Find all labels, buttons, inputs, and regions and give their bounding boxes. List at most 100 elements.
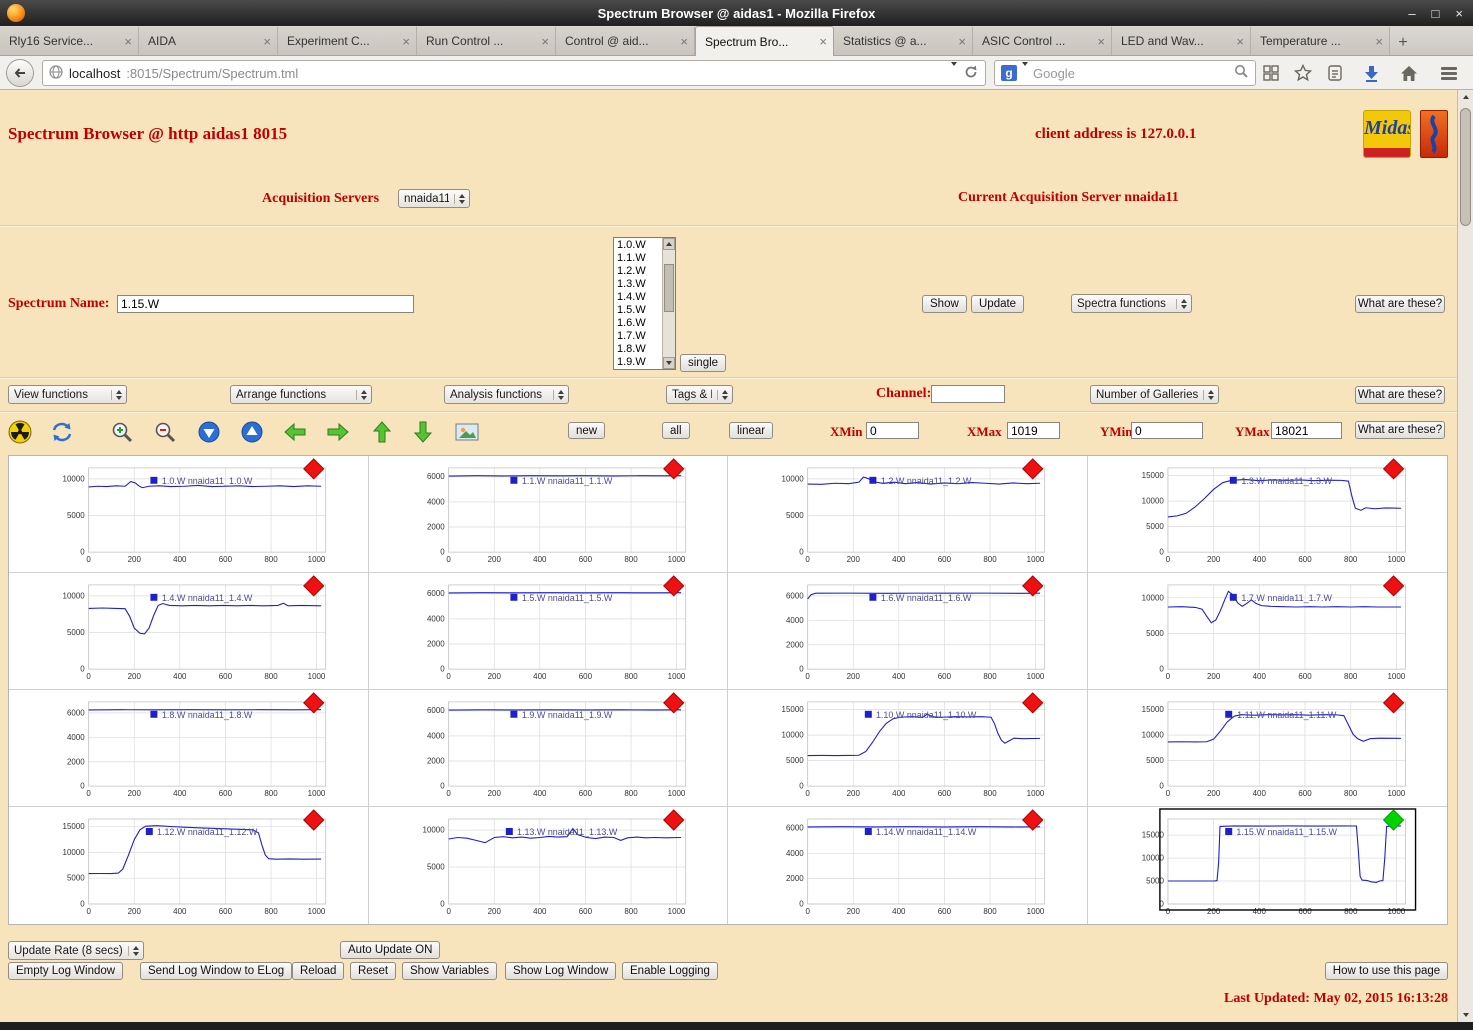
tab-aida[interactable]: AIDA × [139, 27, 278, 55]
menu-icon[interactable] [1440, 64, 1458, 82]
auto-update-button[interactable]: Auto Update ON [340, 941, 441, 959]
what-are-these-button-2[interactable]: What are these? [1355, 386, 1445, 404]
spectrum-cell-1.13.W[interactable]: 0 5000 10000 0 200 400 600 800 1000 1.13.W nnaida… [368, 807, 728, 924]
spectrum-list-item[interactable]: 1.0.W [617, 239, 662, 252]
scrollbar-up-icon[interactable] [1458, 90, 1473, 104]
url-bar[interactable]: localhost :8015/Spectrum/Spectrum.tml [42, 60, 986, 86]
tab-close-icon[interactable]: × [124, 34, 132, 49]
spectrum-list-item[interactable]: 1.2.W [617, 265, 662, 278]
show-log-window-button[interactable]: Show Log Window [505, 962, 617, 980]
send-log-window-to-elog-button[interactable]: Send Log Window to ELog [140, 962, 293, 980]
search-magnifier-icon[interactable] [1234, 64, 1249, 82]
tab-experiment-c[interactable]: Experiment C... × [278, 27, 417, 55]
institute-logo[interactable] [1420, 110, 1448, 158]
search-engine-dropdown-icon[interactable] [1022, 61, 1028, 81]
update-rate-select[interactable]: Update Rate (8 secs) [8, 941, 144, 960]
circle-down-arrow-icon[interactable] [197, 420, 221, 444]
search-input[interactable]: Google [1033, 66, 1229, 81]
listbox-scrollbar[interactable] [662, 238, 675, 369]
scrollbar-thumb[interactable] [1460, 108, 1471, 226]
tab-close-icon[interactable]: × [680, 34, 688, 49]
home-icon[interactable] [1400, 64, 1418, 82]
tab-groups-icon[interactable] [1262, 64, 1280, 82]
empty-log-window-button[interactable]: Empty Log Window [8, 962, 124, 980]
spectrum-cell-1.10.W[interactable]: 0 5000 10000 15000 0 200 400 600 800 1000 1.10.W n… [728, 690, 1088, 807]
spectrum-list-item[interactable]: 1.6.W [617, 317, 662, 330]
reset-button[interactable]: Reset [350, 962, 397, 980]
tab-close-icon[interactable]: × [1097, 34, 1105, 49]
spectrum-list-item[interactable]: 1.1.W [617, 252, 662, 265]
midas-logo[interactable]: Midas [1363, 110, 1411, 158]
tab-run-control[interactable]: Run Control ... × [417, 27, 556, 55]
green-left-arrow-icon[interactable] [283, 420, 307, 444]
search-bar[interactable]: g Google [994, 60, 1256, 86]
all-button[interactable]: all [662, 422, 690, 439]
spectrum-cell-1.12.W[interactable]: 0 5000 10000 15000 0 200 400 600 800 1000 1.12.W n… [9, 807, 369, 924]
single-button[interactable]: single [680, 354, 727, 372]
url-dropdown-icon[interactable] [951, 61, 957, 81]
tab-led-and-wav[interactable]: LED and Wav... × [1112, 27, 1251, 55]
tab-temperature[interactable]: Temperature ... × [1251, 27, 1390, 55]
view-functions-select[interactable]: View functions [8, 385, 127, 404]
tab-close-icon[interactable]: × [819, 34, 827, 49]
tab-close-icon[interactable]: × [958, 34, 966, 49]
spectrum-cell-1.1.W[interactable]: 0 2000 4000 6000 0 200 400 600 800 1000 1.1.W nnai… [368, 456, 728, 573]
analysis-functions-select[interactable]: Analysis functions [444, 385, 569, 404]
spectrum-list-item[interactable]: 1.3.W [617, 278, 662, 291]
show-button[interactable]: Show [922, 295, 967, 313]
acquisition-server-select[interactable]: nnaida11 [398, 189, 470, 208]
reload-icon[interactable] [963, 64, 979, 83]
channel-input[interactable] [931, 385, 1005, 403]
tab-close-icon[interactable]: × [402, 34, 410, 49]
ymax-input[interactable] [1271, 422, 1342, 439]
spectrum-cell-1.9.W[interactable]: 0 2000 4000 6000 0 200 400 600 800 1000 1.9.W nnai… [368, 690, 728, 807]
tab-close-icon[interactable]: × [1375, 34, 1383, 49]
circle-up-arrow-icon[interactable] [240, 420, 264, 444]
spectrum-cell-1.15.W[interactable]: 0 5000 10000 15000 0 200 400 600 800 1000 1.15.W n… [1087, 807, 1447, 924]
spectra-functions-select[interactable]: Spectra functions [1071, 294, 1192, 313]
bookmark-star-icon[interactable] [1294, 64, 1312, 82]
green-right-arrow-icon[interactable] [326, 420, 350, 444]
ymin-input[interactable] [1131, 422, 1203, 439]
what-are-these-button-3[interactable]: What are these? [1355, 421, 1445, 439]
tab-close-icon[interactable]: × [263, 34, 271, 49]
new-button[interactable]: new [568, 422, 606, 439]
minimize-button[interactable]: – [1408, 6, 1415, 21]
maximize-button[interactable]: □ [1432, 6, 1440, 21]
spectrum-list-item[interactable]: 1.7.W [617, 330, 662, 343]
new-tab-button[interactable]: + [1390, 31, 1416, 55]
refresh-icon[interactable] [50, 420, 74, 444]
scroll-up-icon[interactable] [663, 238, 675, 250]
spectrum-list-item[interactable]: 1.8.W [617, 343, 662, 356]
show-variables-button[interactable]: Show Variables [402, 962, 498, 980]
linear-button[interactable]: linear [729, 422, 774, 439]
radiation-icon[interactable] [8, 420, 32, 444]
update-button[interactable]: Update [971, 295, 1025, 313]
scrollbar-down-icon[interactable] [1458, 1008, 1473, 1022]
tab-statistics-a[interactable]: Statistics @ a... × [834, 27, 973, 55]
reload-button[interactable]: Reload [292, 962, 345, 980]
spectrum-cell-1.7.W[interactable]: 0 5000 10000 0 200 400 600 800 1000 1.7.W nnaida1… [1087, 573, 1447, 690]
how-to-use-button[interactable]: How to use this page [1325, 962, 1448, 980]
snapshot-image-icon[interactable] [455, 422, 479, 446]
tags-fits-select[interactable]: Tags & Fits [666, 385, 733, 404]
what-are-these-button-1[interactable]: What are these? [1355, 295, 1445, 313]
spectrum-cell-1.6.W[interactable]: 0 2000 4000 6000 0 200 400 600 800 1000 1.6.W nnai… [728, 573, 1088, 690]
spectrum-cell-1.8.W[interactable]: 0 2000 4000 6000 0 200 400 600 800 1000 1.8.W nnai… [9, 690, 369, 807]
spectrum-list-item[interactable]: 1.4.W [617, 291, 662, 304]
downloads-icon[interactable] [1362, 64, 1380, 82]
spectrum-cell-1.0.W[interactable]: 0 5000 10000 0 200 400 600 800 1000 1.0.W nnaida1… [9, 456, 369, 573]
tab-close-icon[interactable]: × [541, 34, 549, 49]
tab-asic-control[interactable]: ASIC Control ... × [973, 27, 1112, 55]
spectrum-cell-1.3.W[interactable]: 0 5000 10000 15000 0 200 400 600 800 1000 1.3.W nn… [1087, 456, 1447, 573]
spectrum-cell-1.4.W[interactable]: 0 5000 10000 0 200 400 600 800 1000 1.4.W nnaida1… [9, 573, 369, 690]
spectrum-list-item[interactable]: 1.5.W [617, 304, 662, 317]
tab-spectrum-bro[interactable]: Spectrum Bro... × [695, 26, 834, 56]
spectrum-cell-1.11.W[interactable]: 0 5000 10000 15000 0 200 400 600 800 1000 1.11.W n… [1087, 690, 1447, 807]
spectrum-name-input[interactable] [117, 295, 414, 313]
arrange-functions-select[interactable]: Arrange functions [230, 385, 372, 404]
zoom-out-icon[interactable] [153, 420, 177, 444]
back-button[interactable] [6, 59, 34, 87]
spectrum-cell-1.2.W[interactable]: 0 5000 10000 0 200 400 600 800 1000 1.2.W nnaida1… [728, 456, 1088, 573]
xmin-input[interactable] [866, 422, 919, 439]
